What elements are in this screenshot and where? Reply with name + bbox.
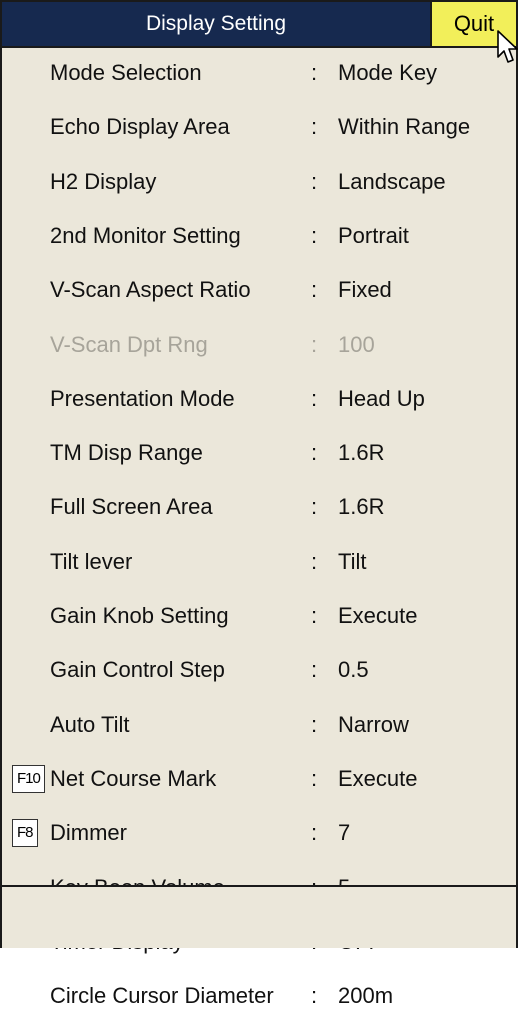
setting-label: Net Course Mark xyxy=(50,765,217,791)
setting-value: 7 xyxy=(338,820,351,846)
setting-row-gain-control-step[interactable]: Gain Control Step:0.5 xyxy=(2,643,516,697)
setting-separator: : xyxy=(311,168,318,194)
function-key-badge: F10 xyxy=(12,764,45,793)
setting-separator: : xyxy=(311,60,318,85)
dialog-title: Display Setting xyxy=(145,12,287,35)
setting-value: 1.6R xyxy=(338,494,385,520)
setting-value: Head Up xyxy=(338,385,425,411)
setting-separator: : xyxy=(311,277,318,303)
setting-row-gain-knob-setting[interactable]: Gain Knob Setting: Execute xyxy=(2,589,516,643)
setting-row-tilt-lever[interactable]: Tilt lever: Tilt xyxy=(2,535,516,589)
setting-label: Full Screen Area xyxy=(50,494,213,520)
setting-label: Auto Tilt xyxy=(50,711,130,737)
setting-label: 2nd Monitor Setting xyxy=(50,222,241,248)
setting-value: Landscape xyxy=(338,168,446,194)
setting-separator: : xyxy=(311,820,318,846)
setting-separator: : xyxy=(311,222,318,248)
setting-row-auto-tilt[interactable]: Auto Tilt: Narrow xyxy=(2,698,516,752)
setting-separator: : xyxy=(311,765,318,791)
setting-row-h2-display[interactable]: H2 Display: Landscape xyxy=(2,155,516,209)
mouse-pointer-icon xyxy=(497,30,518,63)
setting-row-circle-cursor-diameter[interactable]: Circle Cursor Diameter:200m xyxy=(2,969,516,1023)
setting-label: V-Scan Dpt Rng xyxy=(50,331,208,357)
setting-separator: : xyxy=(311,548,318,574)
setting-label: Gain Control Step xyxy=(50,657,225,683)
setting-label: Gain Knob Setting xyxy=(50,603,229,628)
setting-value: 200m xyxy=(338,983,394,1009)
setting-separator: : xyxy=(311,331,318,357)
function-key-badge: F8 xyxy=(12,819,38,848)
setting-label: Presentation Mode xyxy=(50,385,235,411)
setting-separator: : xyxy=(311,711,318,737)
setting-row-mode-selection[interactable]: Mode Selection: Mode Key xyxy=(2,46,516,100)
setting-value: Fixed xyxy=(338,277,392,303)
setting-label: Dimmer xyxy=(50,820,127,846)
setting-separator: : xyxy=(311,114,318,140)
setting-value: Execute xyxy=(338,603,418,628)
setting-separator: : xyxy=(311,494,318,520)
setting-value: Mode Key xyxy=(338,60,438,85)
setting-value: 1.6R xyxy=(338,440,385,466)
setting-value: Within Range xyxy=(338,114,471,140)
setting-separator: : xyxy=(311,603,318,628)
setting-separator: : xyxy=(311,385,318,411)
setting-label: Tilt lever xyxy=(50,548,133,574)
setting-row-net-course-mark[interactable]: F10 Net Course Mark: Execute xyxy=(2,752,516,806)
setting-value: Portrait xyxy=(338,222,409,248)
setting-label: H2 Display xyxy=(50,168,157,194)
display-setting-dialog: Display Setting Quit Mode Selection: Mode… xyxy=(0,0,518,1008)
setting-separator: : xyxy=(311,657,318,683)
setting-value: 0.5 xyxy=(338,657,369,683)
setting-row-tm-disp-range[interactable]: TM Disp Range:1.6R xyxy=(2,426,516,480)
setting-row-v-scan-dpt-rng: V-Scan Dpt Rng:100 xyxy=(2,318,516,372)
setting-label: V-Scan Aspect Ratio xyxy=(50,277,251,303)
setting-label: Echo Display Area xyxy=(50,114,230,140)
setting-label: Circle Cursor Diameter xyxy=(50,983,274,1009)
setting-value: Tilt xyxy=(338,548,367,574)
setting-label: Mode Selection xyxy=(50,60,202,85)
status-bar xyxy=(2,885,516,948)
title-bar: Display Setting Quit xyxy=(2,2,516,48)
setting-row-presentation-mode[interactable]: Presentation Mode: Head Up xyxy=(2,372,516,426)
setting-separator: : xyxy=(311,983,318,1009)
setting-value: Narrow xyxy=(338,711,409,737)
setting-value: 100 xyxy=(338,331,375,357)
setting-row-echo-display-area[interactable]: Echo Display Area: Within Range xyxy=(2,100,516,154)
setting-label: TM Disp Range xyxy=(50,440,203,466)
setting-row-2nd-monitor-setting[interactable]: 2nd Monitor Setting: Portrait xyxy=(2,209,516,263)
setting-row-dimmer[interactable]: F8 Dimmer:7 xyxy=(2,806,516,860)
setting-value: Execute xyxy=(338,765,418,791)
setting-row-full-screen-area[interactable]: Full Screen Area:1.6R xyxy=(2,480,516,534)
setting-separator: : xyxy=(311,440,318,466)
setting-row-v-scan-aspect-ratio[interactable]: V-Scan Aspect Ratio: Fixed xyxy=(2,263,516,317)
